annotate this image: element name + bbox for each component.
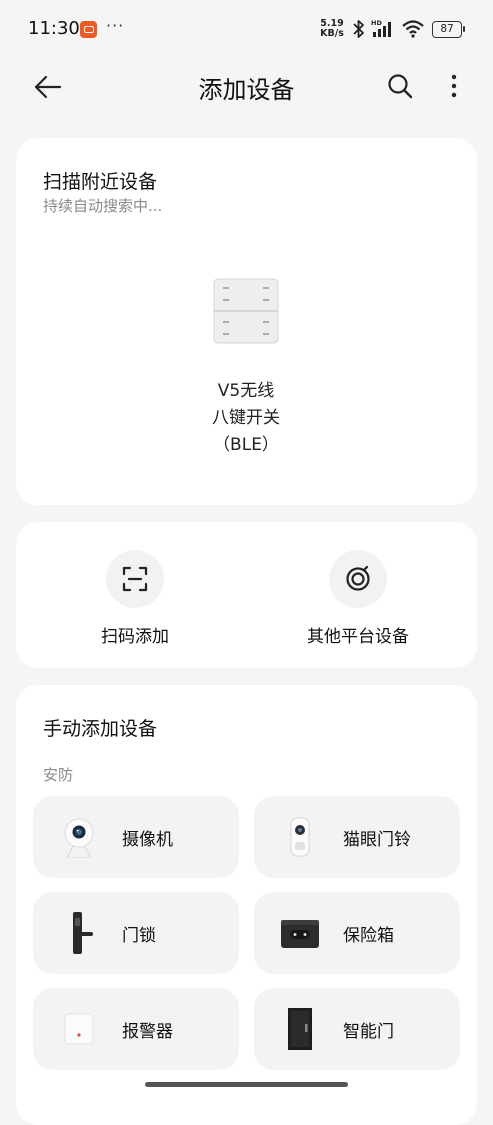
device-tile-peephole-doorbell[interactable]: 猫眼门铃 [254, 796, 460, 878]
more-notifications-icon: ··· [106, 16, 125, 35]
device-tile-label: 智能门 [343, 1022, 394, 1042]
home-indicator[interactable] [145, 1082, 348, 1087]
nearby-devices-card: 扫描附近设备 持续自动搜索中... V5无线 八键开关 （BLE） [16, 138, 477, 505]
device-tile-label: 保险箱 [343, 926, 394, 946]
door-lock-icon [73, 912, 93, 954]
found-device-name: V5无线 八键开关 （BLE） [212, 381, 280, 455]
alarm-icon [64, 1013, 94, 1045]
nearby-devices-status: 持续自动搜索中... [43, 197, 163, 215]
status-bar: 11:30 ··· 5.19 KB/s HD 87 [0, 0, 493, 58]
device-tile-smart-door[interactable]: 智能门 [254, 988, 460, 1070]
quick-actions-card: 扫码添加 其他平台设备 [16, 522, 477, 668]
nearby-devices-title: 扫描附近设备 [43, 171, 158, 193]
top-app-bar: 添加设备 [0, 58, 493, 118]
scan-qr-button[interactable]: 扫码添加 [35, 550, 235, 647]
other-platform-icon [346, 566, 370, 591]
scan-qr-label: 扫码添加 [101, 627, 169, 647]
wifi-icon [402, 20, 424, 38]
safe-box-icon [281, 920, 319, 948]
network-speed: 5.19 KB/s [318, 19, 346, 39]
notification-app-icon [80, 21, 97, 38]
manual-add-card: 手动添加设备 安防 摄像机 猫眼门铃 门锁 保险箱 报警器 智能门 [16, 685, 477, 1125]
search-icon[interactable] [386, 72, 414, 100]
device-tile-label: 摄像机 [122, 830, 173, 850]
device-tile-alarm[interactable]: 报警器 [33, 988, 239, 1070]
scan-qr-circle [106, 550, 164, 608]
device-tile-label: 门锁 [122, 926, 156, 946]
network-speed-unit: KB/s [320, 28, 344, 39]
back-arrow-icon[interactable] [32, 72, 64, 102]
smart-door-icon [288, 1008, 312, 1050]
signal-icon: HD [371, 19, 391, 37]
device-tile-label: 猫眼门铃 [343, 830, 411, 850]
status-time: 11:30 [28, 18, 80, 39]
device-tile-camera[interactable]: 摄像机 [33, 796, 239, 878]
page-title: 添加设备 [198, 76, 295, 104]
device-tile-label: 报警器 [122, 1022, 173, 1042]
hd-label: HD [371, 19, 382, 27]
other-platform-button[interactable]: 其他平台设备 [258, 550, 458, 647]
bluetooth-icon [353, 20, 364, 38]
wall-switch-icon [213, 278, 279, 344]
other-platform-circle [329, 550, 387, 608]
battery-indicator: 87 [432, 21, 465, 38]
scan-qr-icon [122, 566, 148, 592]
peephole-doorbell-icon [290, 817, 310, 857]
found-device-item[interactable]: V5无线 八键开关 （BLE） [166, 278, 326, 458]
manual-add-title: 手动添加设备 [43, 718, 158, 740]
camera-icon [64, 818, 94, 858]
other-platform-label: 其他平台设备 [307, 627, 409, 647]
more-vertical-icon[interactable] [442, 72, 466, 100]
device-tile-door-lock[interactable]: 门锁 [33, 892, 239, 974]
category-label: 安防 [43, 766, 74, 784]
device-tile-safe-box[interactable]: 保险箱 [254, 892, 460, 974]
